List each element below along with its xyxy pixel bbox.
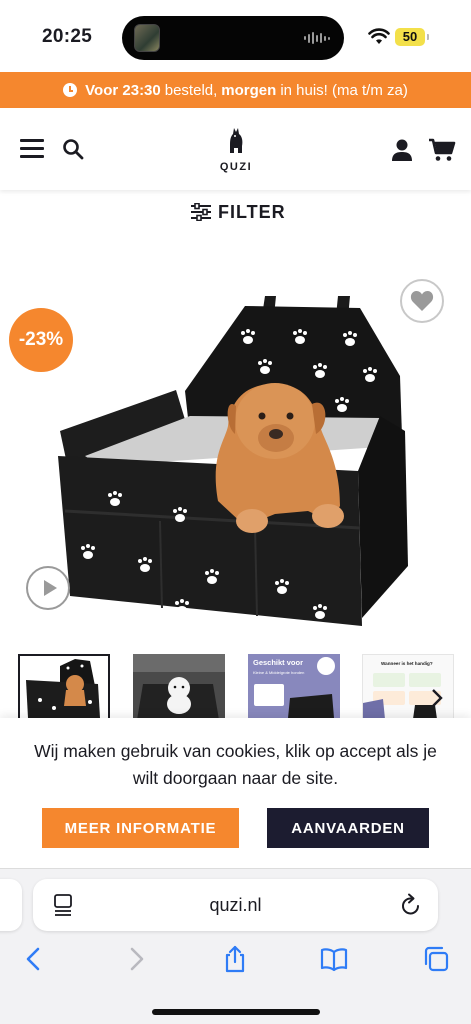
promo-tomorrow: morgen [221,81,277,99]
search-icon[interactable] [62,138,84,160]
clock-icon [63,83,78,97]
site-logo[interactable]: QUZI [212,126,260,178]
cookie-message: Wij maken gebruik van cookies, klik op a… [34,741,437,788]
thumbnail-2-image [133,654,225,720]
thumbnail-2[interactable] [133,654,225,720]
thumbnail-1-image [20,656,108,718]
address-bar[interactable]: quzi.nl [33,879,438,931]
thumbnail-3-image: Geschikt voor Kleine & Middelgrote honde… [248,654,340,720]
forward-icon[interactable] [122,945,150,973]
dynamic-island[interactable] [122,16,344,60]
previous-tab-preview[interactable] [0,879,22,931]
promo-text-2: in huis! (ma t/m za) [280,81,408,99]
thumbnail-3-subtitle: Kleine & Middelgrote honden [253,670,304,675]
filter-sliders-icon [191,203,211,221]
filter-button[interactable]: FILTER [190,200,286,224]
account-icon[interactable] [390,138,414,162]
product-image[interactable] [40,266,420,636]
browser-toolbar: quzi.nl [0,868,471,1024]
thumbnail-4-image: Wanneer is het handig? [363,655,453,719]
product-gallery[interactable]: -23% [0,240,471,640]
thumbnail-1[interactable] [18,654,110,720]
thumbnail-strip: Geschikt voor Kleine & Middelgrote honde… [0,652,471,720]
status-bar: 20:25 50 [0,0,471,72]
filter-label: FILTER [218,201,286,222]
discount-badge: -23% [9,308,73,372]
back-icon[interactable] [20,945,48,973]
thumbnail-4[interactable]: Wanneer is het handig? [362,654,454,720]
audio-waveform-icon [304,32,330,44]
thumbnail-3[interactable]: Geschikt voor Kleine & Middelgrote honde… [248,654,340,720]
promo-text-1: besteld, [164,81,218,99]
logo-text: QUZI [219,161,253,173]
cart-icon[interactable] [428,138,456,162]
play-video-button[interactable] [26,566,70,610]
heart-icon [410,291,434,311]
now-playing-artwork [134,24,160,52]
promo-deadline: Voor 23:30 [85,81,161,99]
accept-cookies-button[interactable]: AANVAARDEN [267,808,429,848]
wishlist-button[interactable] [400,279,444,323]
share-icon[interactable] [221,945,249,973]
reload-icon[interactable] [400,893,422,917]
site-header: QUZI [0,108,471,190]
more-info-button[interactable]: MEER INFORMATIE [42,808,239,848]
reader-mode-icon[interactable] [53,893,73,917]
cat-dog-logo-icon [230,128,243,153]
tabs-icon[interactable] [422,945,450,973]
thumbnail-3-title: Geschikt voor [253,658,303,667]
url-text[interactable]: quzi.nl [33,879,438,931]
menu-icon[interactable] [20,139,44,159]
home-indicator [152,1009,320,1015]
status-time: 20:25 [42,26,93,47]
thumbnail-4-title: Wanneer is het handig? [381,661,433,666]
chevron-right-icon[interactable] [430,688,444,708]
cookie-banner: Wij maken gebruik van cookies, klik op a… [0,718,471,868]
battery-indicator: 50 [395,28,429,46]
bookmarks-icon[interactable] [320,945,348,973]
delivery-promo-banner: Voor 23:30 besteld, morgen in huis! (ma … [0,72,471,108]
wifi-icon [368,28,390,44]
